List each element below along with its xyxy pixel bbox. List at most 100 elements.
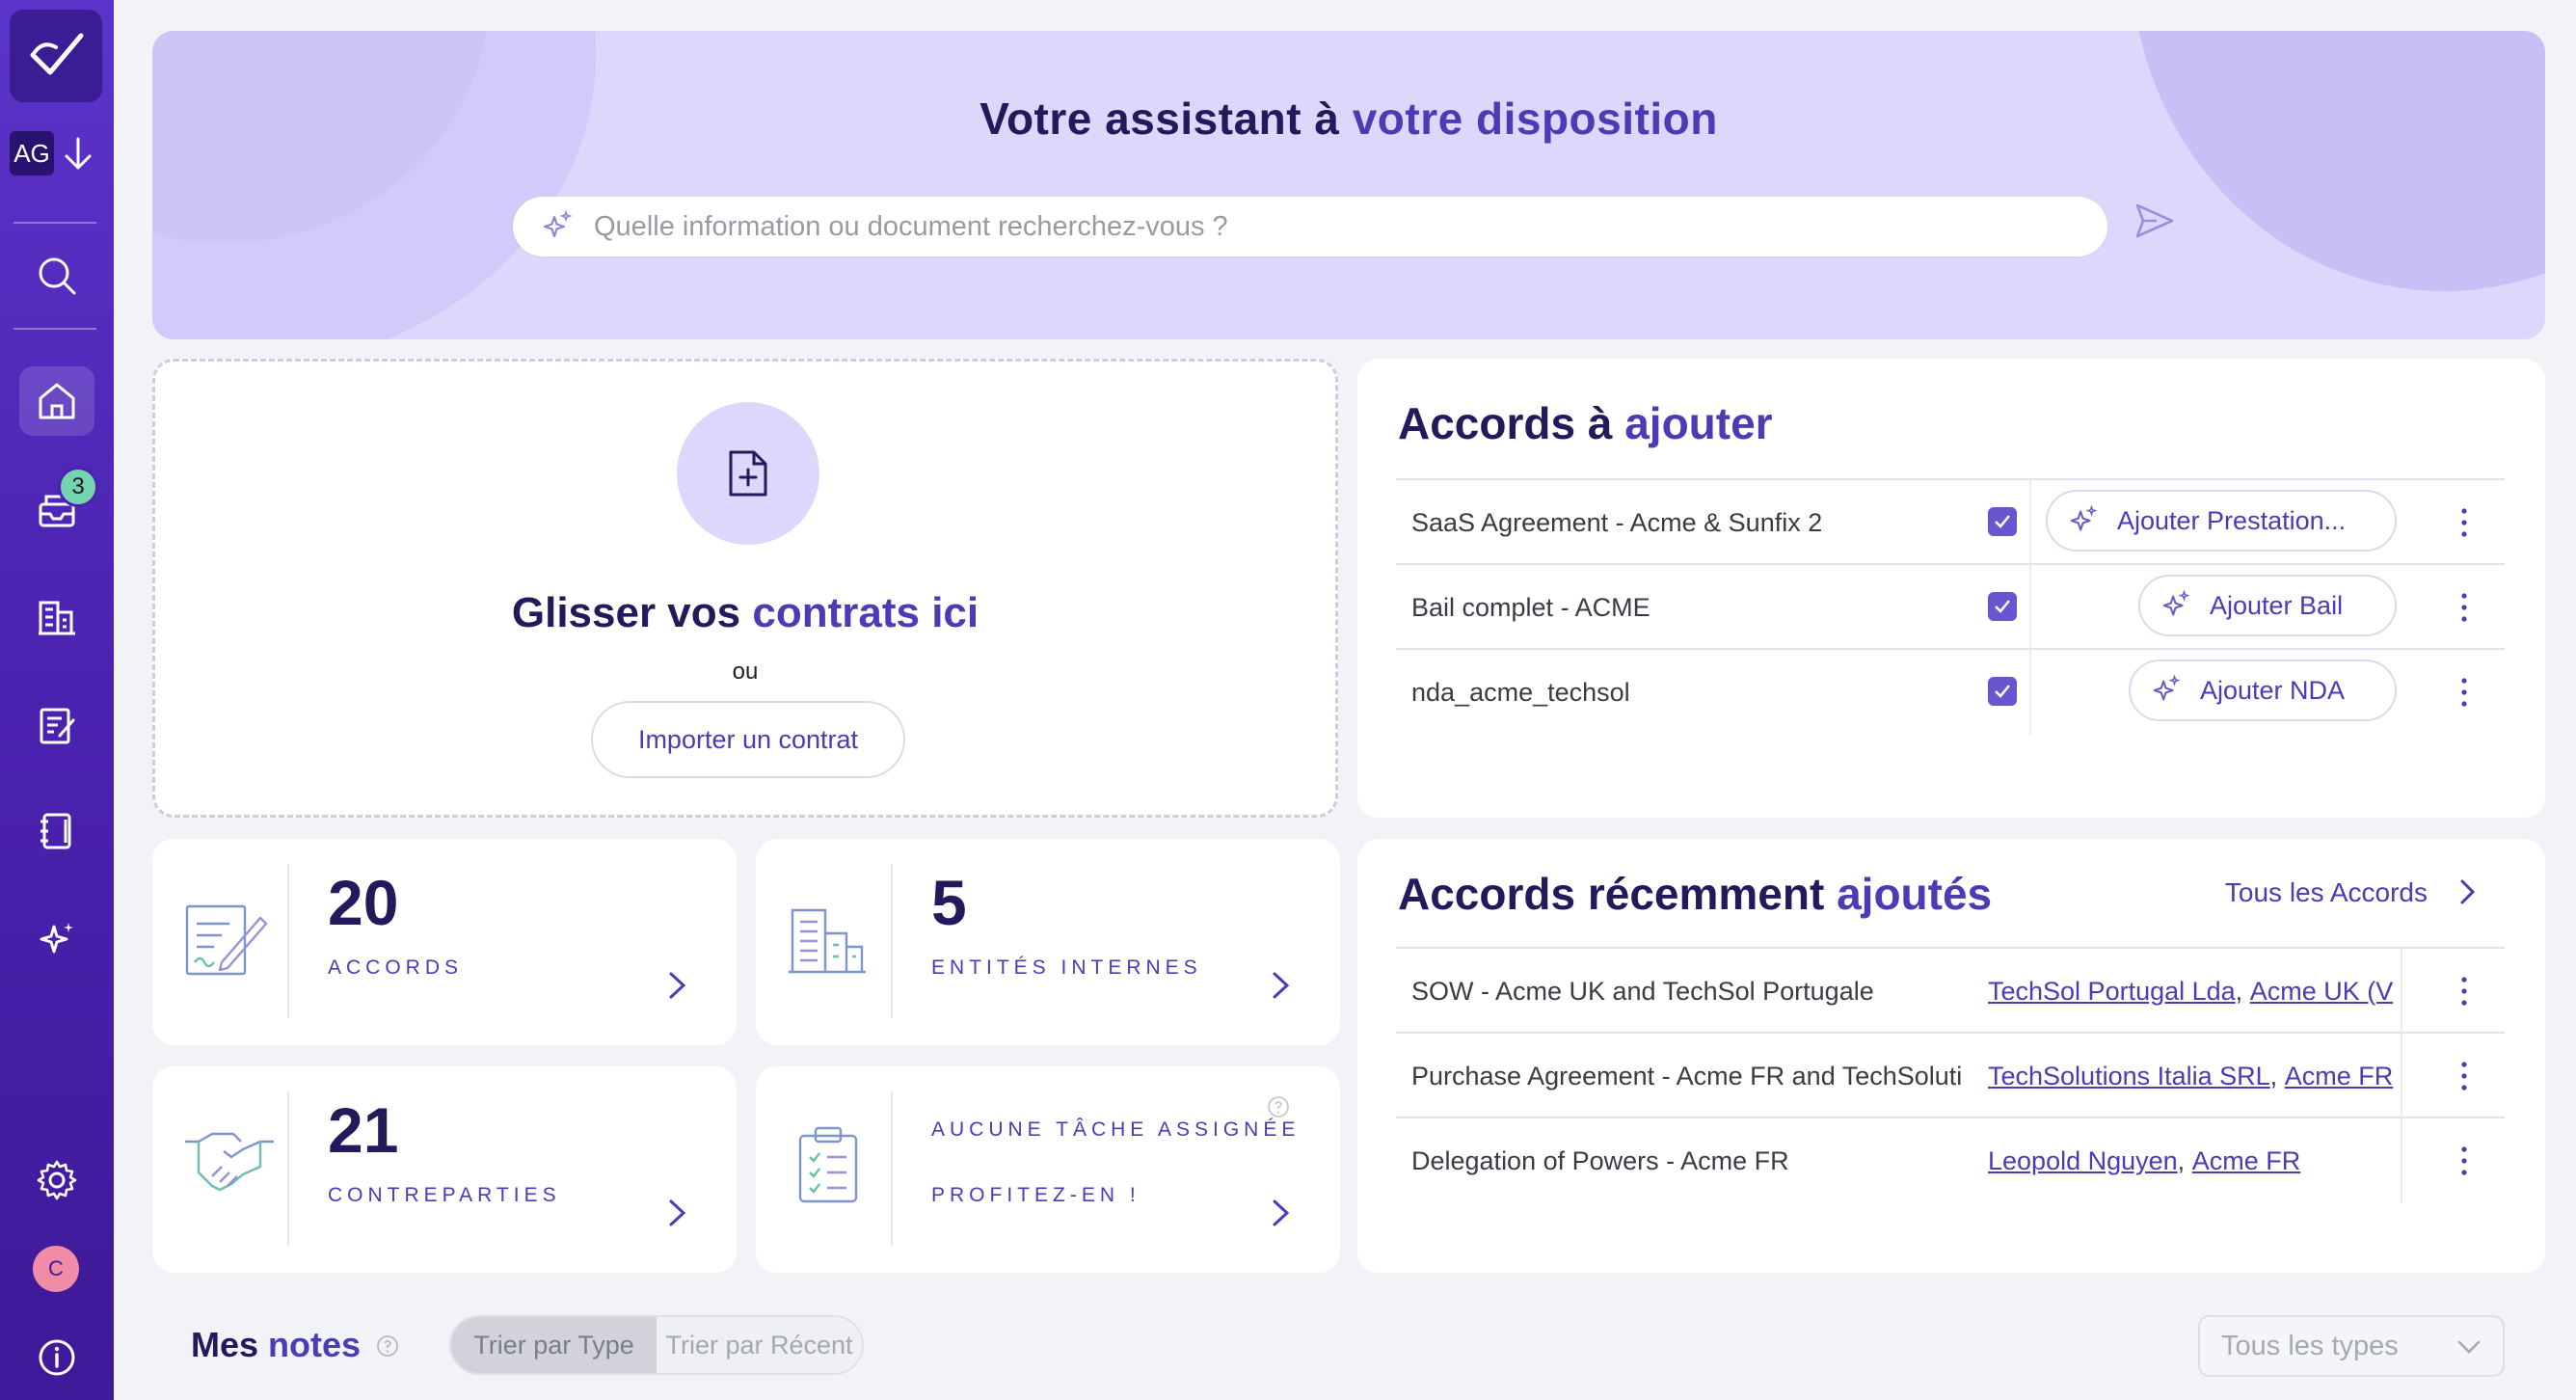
add-bail-button[interactable]: Ajouter Bail — [2138, 575, 2397, 636]
tasks-cta-label: PROFITEZ-EN ! — [931, 1184, 1140, 1206]
all-accords-link[interactable]: Tous les Accords — [2225, 877, 2428, 908]
party-link[interactable]: Leopold Nguyen — [1988, 1146, 2178, 1176]
help-icon[interactable] — [376, 1334, 399, 1358]
row-menu-button[interactable] — [2450, 650, 2479, 735]
sort-by-recent-option[interactable]: Trier par Récent — [657, 1317, 862, 1373]
chevron-right-icon[interactable] — [667, 970, 688, 1001]
add-prestation-label: Ajouter Prestation... — [2117, 505, 2347, 535]
recent-accords-card: Accords récemment ajoutés Tous les Accor… — [1357, 839, 2545, 1273]
table-row[interactable]: nda_acme_techsol Ajouter NDA — [1396, 648, 2505, 735]
sidebar-item-settings[interactable] — [19, 1145, 94, 1215]
sidebar-item-registry[interactable] — [19, 796, 94, 866]
row-menu-button[interactable] — [2450, 565, 2479, 650]
sidebar-item-contracts[interactable] — [19, 690, 94, 760]
parties-links: TechSolutions Italia SRL, Acme FR — [1988, 1061, 2394, 1091]
notes-title-part2: notes — [268, 1325, 362, 1364]
party-link[interactable]: Acme FR — [2192, 1146, 2301, 1176]
notebook-icon — [40, 813, 71, 849]
inbox-count-badge: 3 — [58, 467, 98, 507]
check-icon — [1995, 685, 2010, 698]
stat-card-tasks[interactable]: AUCUNE TÂCHE ASSIGNÉE PROFITEZ-EN ! — [756, 1066, 1340, 1273]
row-menu-button[interactable] — [2450, 1034, 2479, 1118]
table-row[interactable]: Bail complet - ACME Ajouter Bail — [1396, 563, 2505, 650]
app-logo[interactable] — [10, 10, 102, 102]
party-link[interactable]: Acme FR — [2285, 1062, 2394, 1091]
column-divider — [2401, 1118, 2402, 1203]
workspace-switcher[interactable]: AG — [10, 131, 54, 175]
sparkle-icon — [2070, 504, 2098, 531]
validated-checkbox[interactable] — [1988, 592, 2017, 621]
contract-dropzone[interactable]: Glisser vos contrats ici ou Importer un … — [152, 359, 1338, 818]
more-vertical-icon — [2461, 977, 2467, 1006]
user-avatar[interactable]: C — [33, 1246, 79, 1292]
assistant-search-input[interactable] — [594, 210, 2107, 243]
sidebar-item-home[interactable] — [19, 366, 94, 436]
party-link[interactable]: Acme UK (V — [2250, 977, 2394, 1007]
stat-card-counterparties[interactable]: 21 CONTREPARTIES — [152, 1066, 737, 1273]
add-bail-label: Ajouter Bail — [2210, 590, 2344, 620]
chevron-right-icon[interactable] — [1271, 1198, 1292, 1228]
column-divider — [2029, 480, 2031, 565]
sparkle-icon — [40, 923, 73, 954]
accords-count: 20 — [328, 867, 399, 938]
table-row[interactable]: SaaS Agreement - Acme & Sunfix 2 Ajouter… — [1396, 478, 2505, 565]
arrow-down-icon[interactable] — [62, 135, 94, 174]
banner-title-part1: Votre assistant à — [979, 94, 1340, 144]
table-row[interactable]: SOW - Acme UK and TechSol Portugale Tech… — [1396, 947, 2505, 1034]
checkmark-logo-icon — [30, 33, 84, 75]
import-contract-button[interactable]: Importer un contrat — [591, 701, 905, 778]
stat-divider — [891, 864, 893, 1018]
add-prestation-button[interactable]: Ajouter Prestation... — [2046, 490, 2397, 552]
send-icon[interactable] — [2133, 200, 2176, 242]
help-icon[interactable] — [1267, 1095, 1290, 1118]
row-menu-button[interactable] — [2450, 949, 2479, 1034]
sidebar-item-info[interactable] — [19, 1323, 94, 1392]
assistant-banner: Votre assistant à votre disposition — [152, 31, 2545, 339]
file-add-icon-wrap — [677, 402, 819, 545]
chevron-right-icon[interactable] — [1271, 970, 1292, 1001]
sidebar: AG 3 C — [0, 0, 114, 1400]
recent-accords-title: Accords récemment ajoutés — [1398, 868, 1992, 920]
validated-checkbox[interactable] — [1988, 507, 2017, 536]
agreement-name[interactable]: Purchase Agreement - Acme FR and TechSol… — [1411, 1034, 1980, 1118]
agreement-name[interactable]: SaaS Agreement - Acme & Sunfix 2 — [1411, 480, 1822, 565]
sidebar-item-entities[interactable] — [19, 582, 94, 652]
validated-checkbox[interactable] — [1988, 677, 2017, 706]
clipboard-checklist-icon — [798, 1126, 858, 1203]
sort-by-type-option[interactable]: Trier par Type — [451, 1317, 657, 1373]
table-row[interactable]: Purchase Agreement - Acme FR and TechSol… — [1396, 1032, 2505, 1118]
sidebar-divider — [13, 222, 96, 224]
home-icon — [39, 383, 75, 419]
agreement-name[interactable]: Bail complet - ACME — [1411, 565, 1650, 650]
agreement-name[interactable]: Delegation of Powers - Acme FR — [1411, 1118, 1980, 1203]
banner-decoration — [2131, 31, 2545, 291]
add-nda-button[interactable]: Ajouter NDA — [2129, 660, 2397, 721]
column-divider — [2401, 949, 2402, 1034]
dropzone-title: Glisser vos contrats ici — [155, 589, 1335, 637]
stat-card-entities[interactable]: 5 ENTITÉS INTERNES — [756, 839, 1340, 1045]
chevron-right-icon[interactable] — [667, 1198, 688, 1228]
banner-title-part2: votre disposition — [1352, 94, 1718, 144]
party-link[interactable]: TechSol Portugal Lda — [1988, 977, 2236, 1007]
sidebar-item-ai-assistant[interactable] — [19, 904, 94, 974]
file-add-icon — [729, 450, 767, 497]
parties-links: Leopold Nguyen, Acme FR — [1988, 1145, 2301, 1176]
row-menu-button[interactable] — [2450, 1118, 2479, 1203]
recent-accords-title-part2: ajoutés — [1837, 869, 1993, 919]
agreement-name[interactable]: nda_acme_techsol — [1411, 650, 1630, 735]
stat-card-accords[interactable]: 20 ACCORDS — [152, 839, 737, 1045]
party-link[interactable]: TechSolutions Italia SRL — [1988, 1062, 2270, 1091]
assistant-search-bar[interactable] — [513, 197, 2107, 256]
notes-type-filter-value: Tous les types — [2221, 1330, 2399, 1361]
agreement-name[interactable]: SOW - Acme UK and TechSol Portugale — [1411, 949, 1980, 1034]
notes-type-filter[interactable]: Tous les types — [2198, 1315, 2505, 1377]
table-row[interactable]: Delegation of Powers - Acme FR Leopold N… — [1396, 1117, 2505, 1203]
accords-label: ACCORDS — [328, 956, 464, 979]
accords-to-add-title-part1: Accords à — [1398, 398, 1613, 448]
sidebar-item-search[interactable] — [19, 241, 94, 310]
row-menu-button[interactable] — [2450, 480, 2479, 565]
entities-count: 5 — [931, 867, 967, 938]
chevron-right-icon[interactable] — [2458, 877, 2478, 906]
building-icon — [39, 601, 75, 635]
sparkle-icon — [2153, 674, 2181, 701]
